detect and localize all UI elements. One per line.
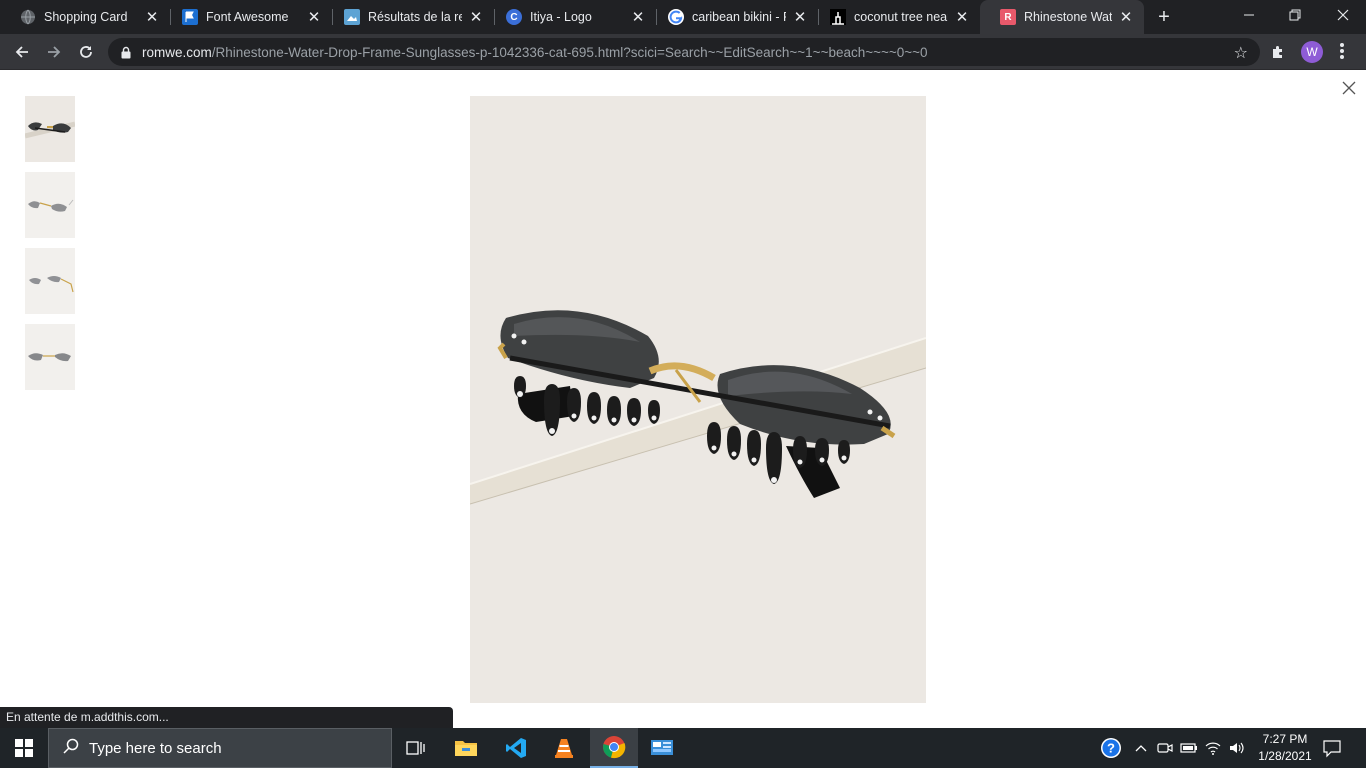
tab-title: Itiya - Logo bbox=[530, 10, 592, 24]
new-tab-button[interactable]: + bbox=[1154, 7, 1174, 27]
tab-title: caribean bikini - Re bbox=[692, 10, 786, 24]
close-viewer-icon[interactable] bbox=[1340, 79, 1358, 97]
image-viewer: En attente de m.addthis.com... bbox=[0, 71, 1366, 728]
close-tab-icon[interactable]: ✕ bbox=[630, 9, 646, 26]
tab-caribean-bikini[interactable]: caribean bikini - Re ✕ bbox=[648, 0, 818, 34]
notification-center-icon[interactable] bbox=[1322, 738, 1342, 763]
file-explorer-icon[interactable] bbox=[442, 728, 490, 768]
tab-itiya-logo[interactable]: C Itiya - Logo ✕ bbox=[486, 0, 656, 34]
globe-icon bbox=[20, 9, 36, 25]
reload-icon bbox=[80, 46, 92, 58]
volume-icon[interactable] bbox=[1226, 728, 1248, 768]
forward-button[interactable] bbox=[40, 38, 68, 66]
minimize-button[interactable] bbox=[1226, 0, 1272, 30]
close-tab-icon[interactable]: ✕ bbox=[144, 9, 160, 26]
control-panel-icon[interactable] bbox=[638, 728, 686, 768]
search-placeholder: Type here to search bbox=[89, 739, 222, 757]
extensions-puzzle-icon[interactable] bbox=[1270, 44, 1286, 65]
image-icon bbox=[344, 9, 360, 25]
bookmark-star-icon[interactable]: ☆ bbox=[1234, 43, 1248, 63]
coconut-icon bbox=[830, 9, 846, 25]
close-window-button[interactable] bbox=[1320, 0, 1366, 30]
clock-time: 7:27 PM bbox=[1262, 732, 1308, 746]
status-bar: En attente de m.addthis.com... bbox=[0, 707, 453, 728]
main-product-image[interactable] bbox=[470, 96, 926, 703]
kebab-menu-icon[interactable] bbox=[1336, 42, 1348, 62]
reload-button[interactable] bbox=[72, 38, 100, 66]
tab-shopping-card[interactable]: Shopping Card ✕ bbox=[0, 0, 170, 34]
lock-icon[interactable] bbox=[120, 46, 132, 64]
vlc-icon[interactable] bbox=[540, 728, 588, 768]
chevron-up-icon[interactable] bbox=[1130, 728, 1152, 768]
tab-resultats[interactable]: Résultats de la recl ✕ bbox=[324, 0, 494, 34]
chrome-icon[interactable] bbox=[590, 728, 638, 768]
taskbar-search-box[interactable]: Type here to search bbox=[48, 728, 392, 768]
wifi-icon[interactable] bbox=[1202, 728, 1224, 768]
tab-coconut-tree[interactable]: coconut tree near ✕ bbox=[810, 0, 980, 34]
clock-date: 1/28/2021 bbox=[1258, 749, 1312, 763]
close-tab-icon[interactable]: ✕ bbox=[792, 9, 808, 26]
c-logo-icon: C bbox=[506, 9, 522, 25]
meet-now-icon[interactable] bbox=[1154, 728, 1176, 768]
thumbnail-4[interactable] bbox=[25, 324, 75, 390]
close-tab-icon[interactable]: ✕ bbox=[468, 9, 484, 26]
flag-icon bbox=[182, 9, 198, 25]
url-path: /Rhinestone-Water-Drop-Frame-Sunglasses-… bbox=[211, 45, 928, 60]
arrow-left-icon bbox=[15, 46, 28, 58]
tab-title: Rhinestone Water bbox=[1024, 10, 1112, 24]
battery-icon[interactable] bbox=[1178, 728, 1200, 768]
browser-toolbar: romwe.com/Rhinestone-Water-Drop-Frame-Su… bbox=[0, 34, 1366, 70]
url-host: romwe.com bbox=[142, 45, 212, 60]
sunglasses-photo bbox=[470, 96, 926, 703]
tab-font-awesome[interactable]: Font Awesome ✕ bbox=[162, 0, 332, 34]
thumbnail-2[interactable] bbox=[25, 172, 75, 238]
address-bar[interactable]: romwe.com/Rhinestone-Water-Drop-Frame-Su… bbox=[108, 38, 1260, 66]
svg-text:?: ? bbox=[1107, 741, 1115, 756]
close-tab-icon[interactable]: ✕ bbox=[306, 9, 322, 26]
tab-title: Font Awesome bbox=[206, 10, 289, 24]
tab-title: Résultats de la recl bbox=[368, 10, 462, 24]
close-tab-icon[interactable]: ✕ bbox=[1118, 9, 1134, 26]
thumbnail-1[interactable] bbox=[25, 96, 75, 162]
tab-title: coconut tree near bbox=[854, 10, 948, 24]
search-icon bbox=[63, 738, 79, 759]
windows-logo-icon bbox=[15, 739, 33, 757]
google-icon bbox=[668, 9, 684, 25]
tab-rhinestone-water[interactable]: R Rhinestone Water ✕ bbox=[980, 0, 1144, 34]
task-view-icon[interactable] bbox=[392, 728, 440, 768]
help-icon[interactable]: ? bbox=[1098, 728, 1124, 768]
profile-avatar[interactable]: W bbox=[1301, 41, 1323, 63]
close-tab-icon[interactable]: ✕ bbox=[954, 9, 970, 26]
romwe-icon: R bbox=[1000, 9, 1016, 25]
back-button[interactable] bbox=[8, 38, 36, 66]
thumbnail-3[interactable] bbox=[25, 248, 75, 314]
url-text: romwe.com/Rhinestone-Water-Drop-Frame-Su… bbox=[142, 45, 928, 60]
tab-strip: Shopping Card ✕ Font Awesome ✕ Résultats… bbox=[0, 0, 1366, 34]
windows-start-button[interactable] bbox=[0, 728, 48, 768]
tab-title: Shopping Card bbox=[44, 10, 128, 24]
arrow-right-icon bbox=[48, 46, 61, 58]
maximize-button[interactable] bbox=[1272, 0, 1318, 30]
system-clock[interactable]: 7:27 PM 1/28/2021 bbox=[1250, 731, 1320, 765]
windows-taskbar: Type here to search ? 7:27 PM 1/28/2021 bbox=[0, 728, 1366, 768]
vscode-icon[interactable] bbox=[492, 728, 540, 768]
